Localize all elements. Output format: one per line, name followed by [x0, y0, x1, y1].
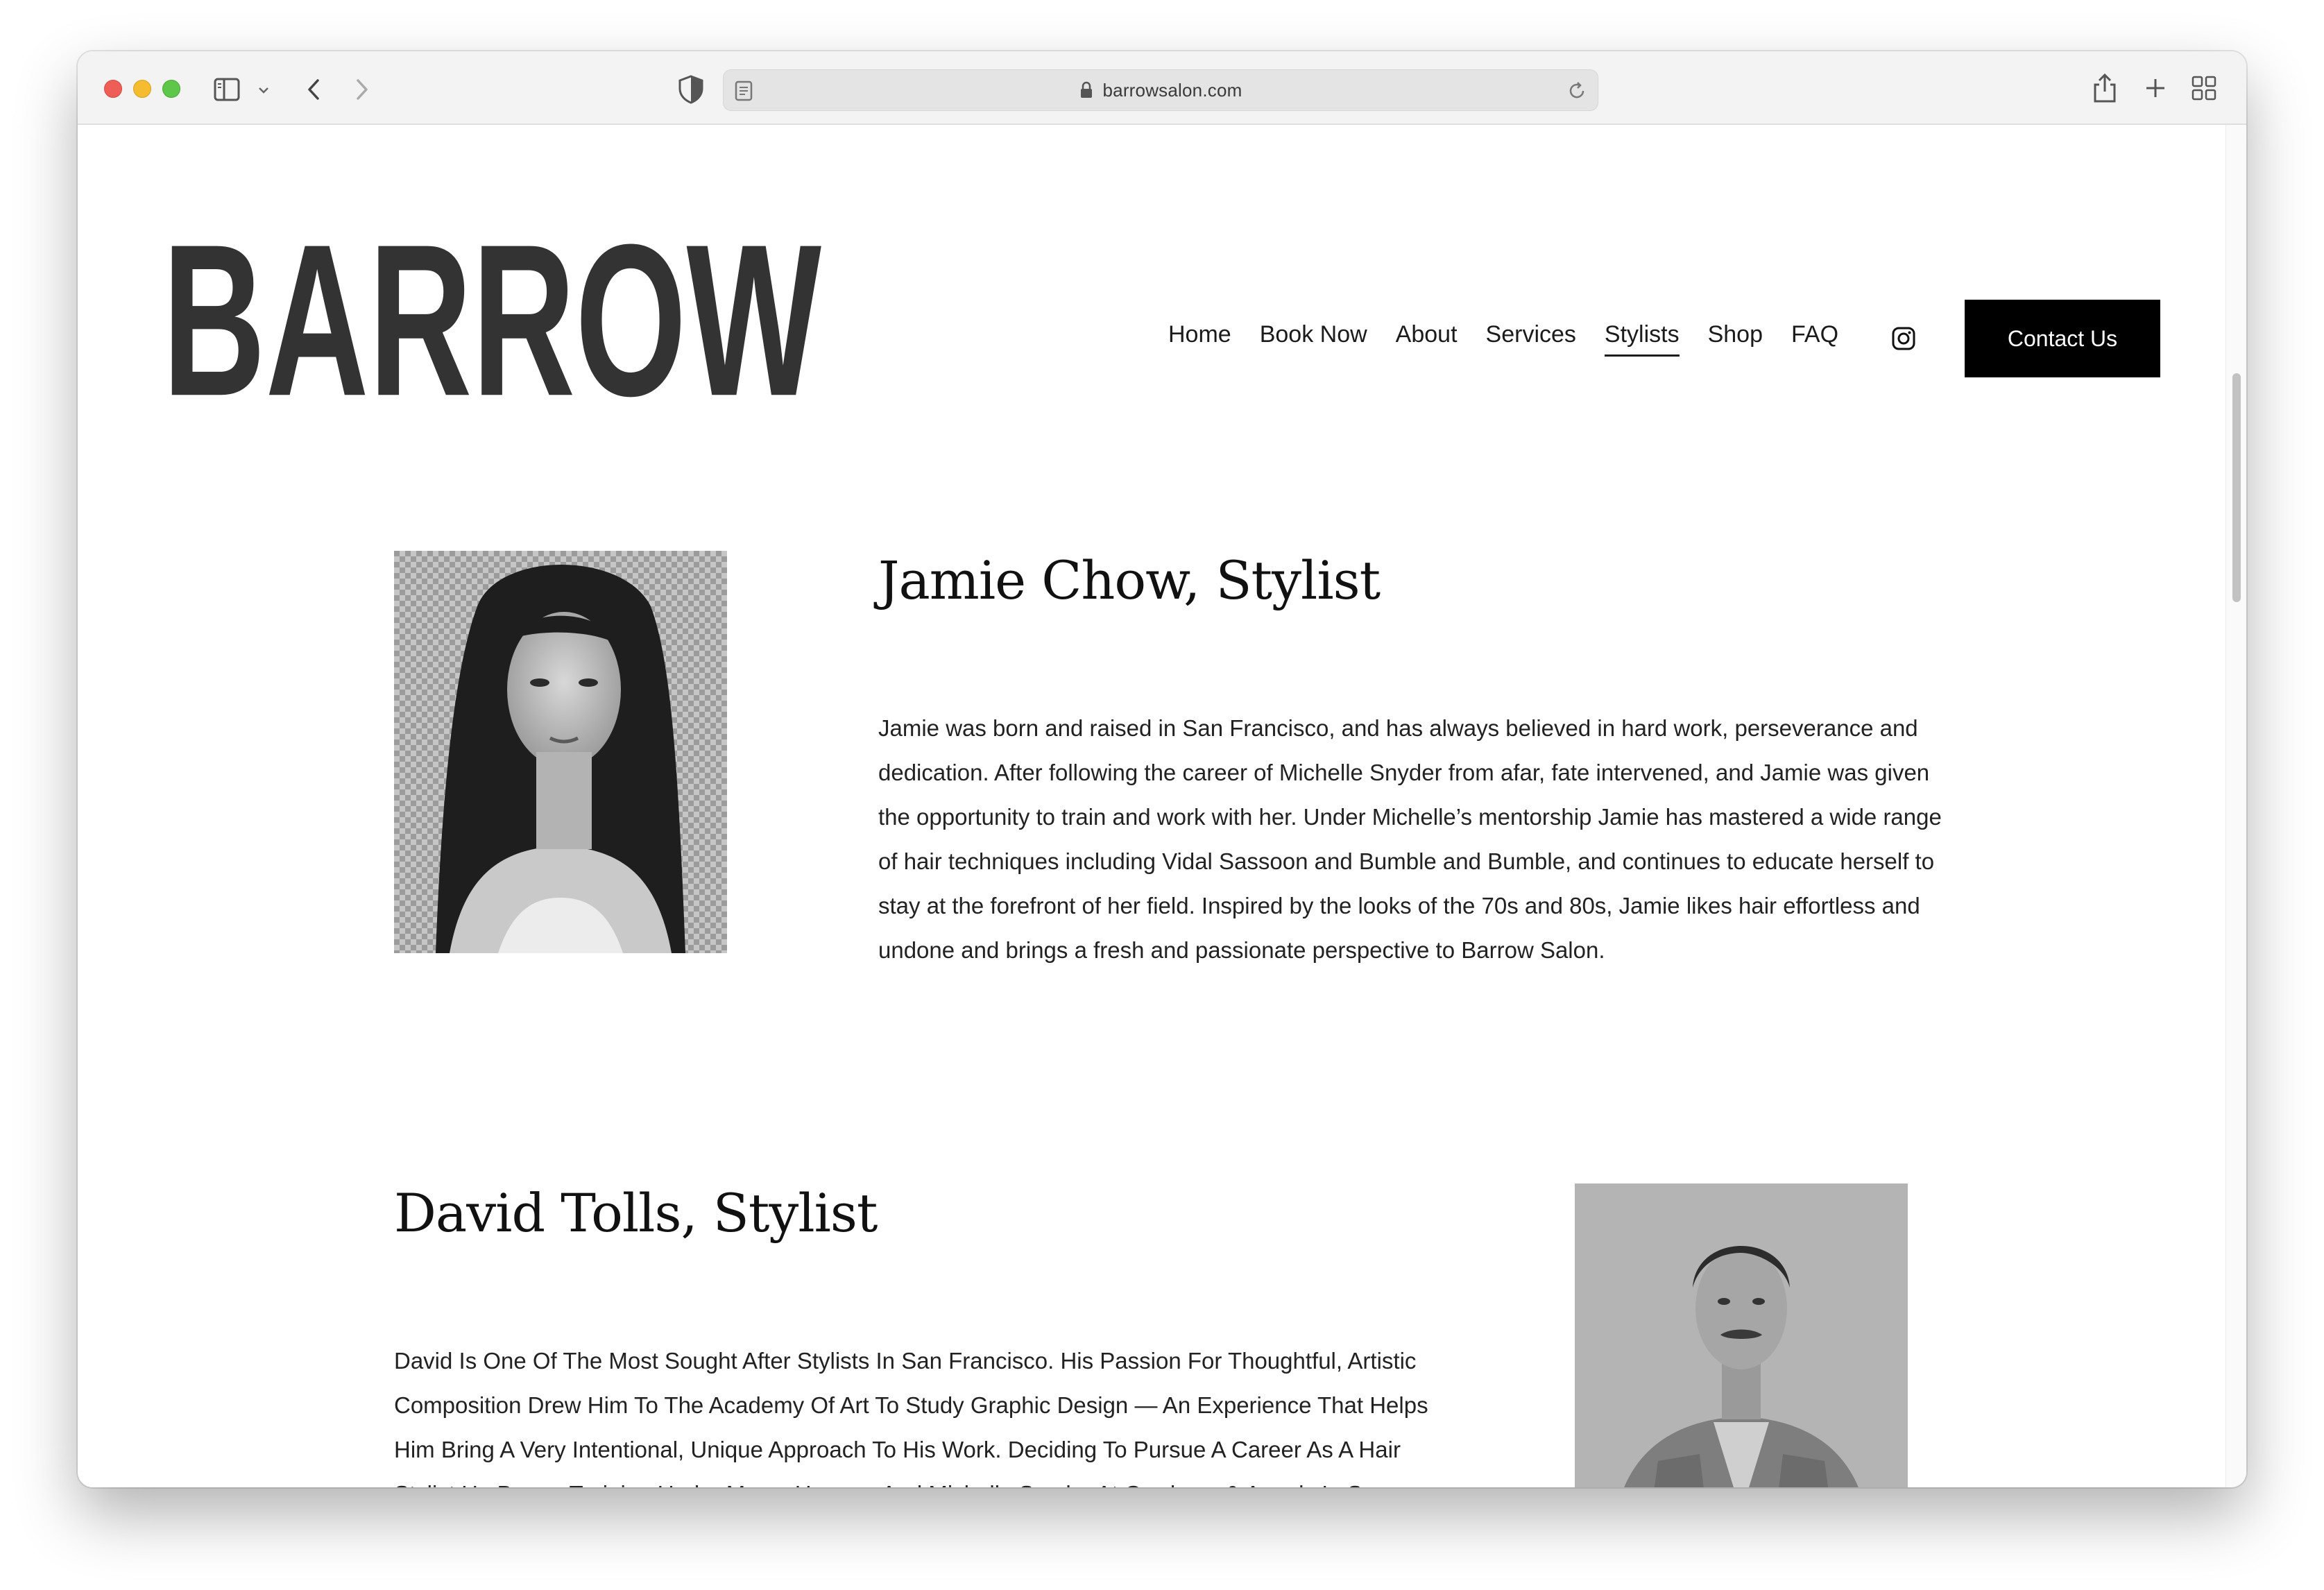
privacy-shield-icon[interactable] [676, 74, 706, 105]
browser-window: barrowsalon.com BARROW Home Book Now Abo… [78, 51, 2246, 1487]
tab-overview-icon[interactable] [2189, 74, 2219, 103]
nav-services[interactable]: Services [1486, 319, 1576, 350]
nav-shop[interactable]: Shop [1708, 319, 1763, 350]
browser-toolbar: barrowsalon.com [78, 51, 2246, 125]
site-logo[interactable]: BARROW [162, 191, 821, 413]
forward-arrow-icon[interactable] [345, 74, 377, 105]
share-icon[interactable] [2090, 71, 2120, 105]
instagram-icon[interactable] [1891, 326, 1916, 351]
lock-icon [1080, 81, 1092, 98]
minimize-window-button[interactable] [133, 80, 151, 98]
nav-stylists[interactable]: Stylists [1604, 319, 1680, 357]
url-display: barrowsalon.com [724, 70, 1598, 110]
nav-book-now[interactable]: Book Now [1260, 319, 1367, 350]
maximize-window-button[interactable] [162, 80, 180, 98]
stylist-photo-david [1575, 1183, 1908, 1487]
stylist-name-david: David Tolls, Stylist [394, 1182, 878, 1244]
stylist-bio-jamie: Jamie was born and raised in San Francis… [878, 715, 1942, 963]
stylist-name-jamie: Jamie Chow, Stylist [878, 549, 1381, 611]
web-page: BARROW Home Book Now About Services Styl… [78, 125, 2246, 1487]
stylist-bio-david: David Is One Of The Most Sought After St… [394, 1348, 1428, 1487]
logo-text: BARROW [162, 199, 821, 413]
scrollbar-thumb[interactable] [2232, 373, 2241, 602]
close-window-button[interactable] [104, 80, 122, 98]
vertical-scrollbar[interactable] [2225, 125, 2246, 1487]
sidebar-icon[interactable] [214, 78, 251, 101]
stylist-photo-jamie [394, 551, 727, 953]
contact-us-button[interactable]: Contact Us [1965, 300, 2160, 377]
chevron-down-icon[interactable] [255, 82, 272, 99]
main-nav: Home Book Now About Services Stylists Sh… [1168, 319, 1867, 357]
back-arrow-icon[interactable] [298, 74, 330, 105]
plus-icon[interactable] [2141, 74, 2170, 103]
nav-about[interactable]: About [1396, 319, 1458, 350]
reload-icon[interactable] [1566, 80, 1588, 102]
address-bar[interactable]: barrowsalon.com [723, 69, 1598, 111]
nav-faq[interactable]: FAQ [1791, 319, 1838, 350]
nav-home[interactable]: Home [1168, 319, 1231, 350]
url-text: barrowsalon.com [1102, 79, 1242, 101]
